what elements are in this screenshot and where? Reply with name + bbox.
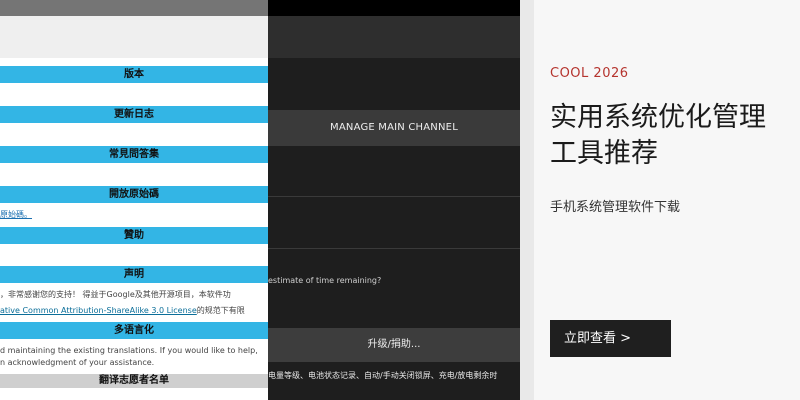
promo-title: 实用系统优化管理工具推荐 [550, 102, 766, 169]
section-localization: 多语言化 [0, 322, 268, 339]
app-toolbar [0, 16, 268, 58]
divider-strip [520, 0, 534, 400]
statement-tail: 的规范下有限 [196, 306, 245, 315]
section-version: 版本 [0, 66, 268, 83]
promo-panel: COOL 2026 实用系统优化管理工具推荐 手机系统管理软件下载 立即查看 > [534, 0, 800, 400]
section-faq[interactable]: 常見問答集 [0, 146, 268, 163]
promo-tag: COOL 2026 [550, 66, 629, 81]
app-toolbar [268, 16, 520, 58]
features-text: 电量等级、电池状态记录、自动/手动关闭锁屏、充电/放电剩余时 [268, 371, 498, 380]
time-remaining-question: estimate of time remaining? [268, 276, 382, 285]
section-statement: 声明 [0, 266, 268, 283]
open-source-link[interactable]: 原始碼。 [0, 210, 32, 219]
status-bar [0, 0, 268, 16]
section-translators: 翻译志愿者名单 [0, 374, 268, 388]
section-changelog[interactable]: 更新日志 [0, 106, 268, 123]
translation-line-2: n acknowledgment of your assistance. [0, 358, 155, 367]
section-open-source: 開放原始碼 [0, 186, 268, 203]
manage-main-channel-button[interactable]: MANAGE MAIN CHANNEL [268, 110, 520, 146]
view-now-button[interactable]: 立即查看 > [550, 320, 671, 357]
app-info-screen: 版本 更新日志 常見問答集 開放原始碼 原始碼。 贊助 声明 ，非常感谢您的支持… [0, 0, 268, 400]
battery-settings-screen: MANAGE MAIN CHANNEL estimate of time rem… [268, 0, 520, 400]
statement-line-1: ，非常感谢您的支持！ 得益于Google及其他开源项目，本软件功 [0, 290, 231, 299]
divider [268, 196, 520, 197]
divider [268, 248, 520, 249]
status-bar [268, 0, 520, 16]
translation-line-1: d maintaining the existing translations.… [0, 346, 258, 355]
open-source-text: 原始碼。 [0, 209, 268, 221]
section-donate: 贊助 [0, 227, 268, 244]
promo-subtitle: 手机系统管理软件下载 [550, 200, 681, 215]
license-link[interactable]: ative Common Attribution-ShareAlike 3.0 … [0, 306, 197, 315]
upgrade-donate-button[interactable]: 升级/捐助... [268, 328, 520, 362]
statement-line-2: ative Common Attribution-ShareAlike 3.0 … [0, 305, 268, 317]
